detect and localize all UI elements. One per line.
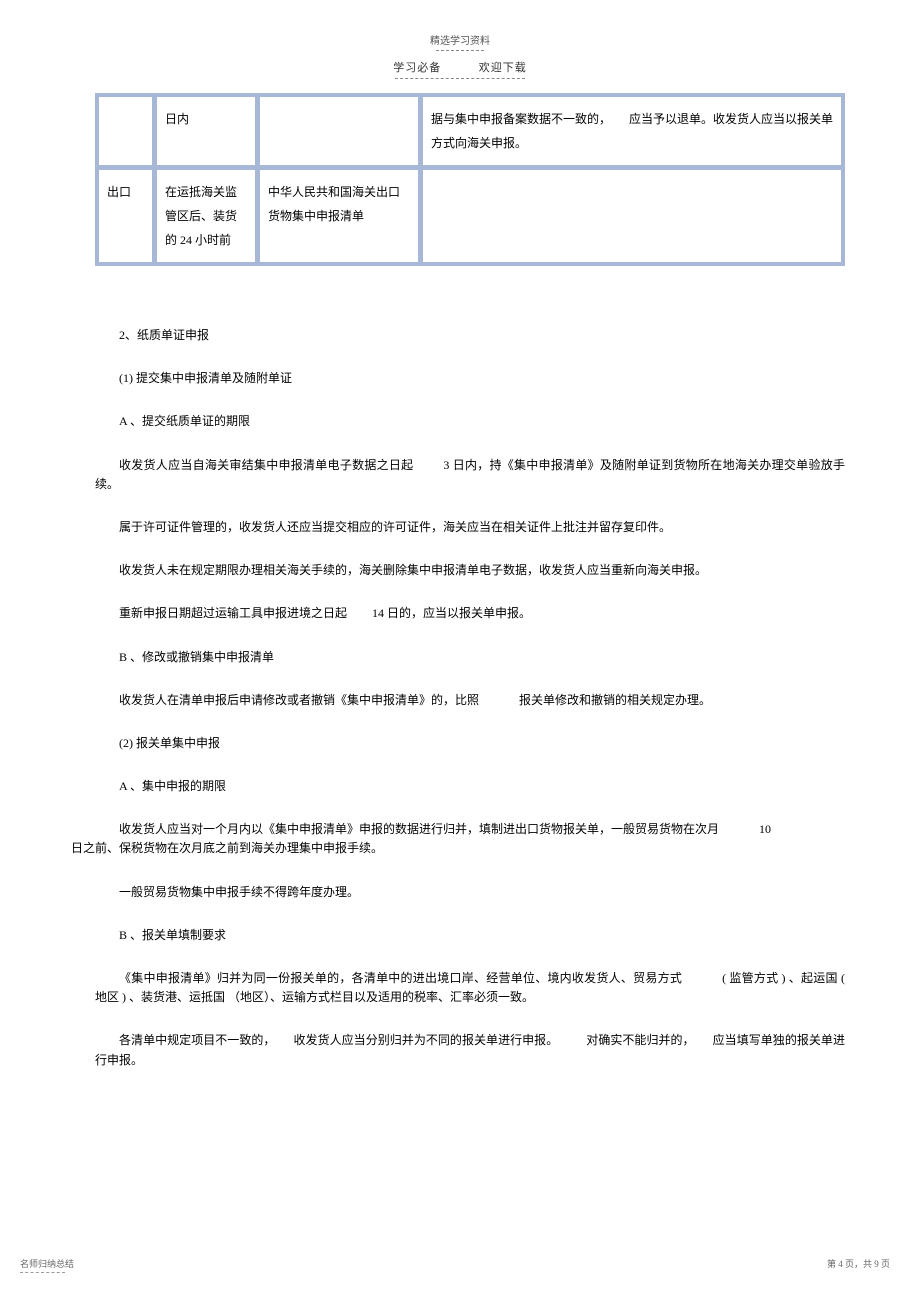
header-dash-small (436, 50, 484, 51)
cell-r2c1: 出口 (98, 169, 153, 263)
declaration-table: 日内 据与集中申报备案数据不一致的， 应当予以退单。收发货人应当以报关单方式向海… (95, 93, 845, 266)
section-heading: 2、纸质单证申报 (95, 326, 845, 345)
paragraph: 收发货人未在规定期限办理相关海关手续的，海关删除集中申报清单电子数据，收发货人应… (95, 561, 845, 580)
cell-r1c2: 日内 (156, 96, 256, 166)
text-part: 重新申报日期超过运输工具申报进境之日起 (119, 606, 347, 620)
header-top-text: 精选学习资料 (0, 32, 920, 50)
cell-r2c2: 在运抵海关监管区后、装货的 24 小时前 (156, 169, 256, 263)
item-heading: B 、修改或撤销集中申报清单 (95, 648, 845, 667)
cell-r1c3 (259, 96, 419, 166)
header-right: 欢迎下载 (479, 59, 527, 75)
paragraph: 收发货人应当对一个月内以《集中申报清单》申报的数据进行归并，填制进出口货物报关单… (95, 820, 845, 858)
text-part: 收发货人应当自海关审结集中申报清单电子数据之日起 (119, 458, 413, 472)
paragraph: 《集中申报清单》归并为同一份报关单的，各清单中的进出境口岸、经营单位、境内收发货… (95, 969, 845, 1007)
item-heading: B 、报关单填制要求 (95, 926, 845, 945)
footer-left-text: 名师归纳总结 (20, 1257, 74, 1270)
text-part: 对确实不能归并的， (586, 1033, 694, 1047)
cell-r1c1 (98, 96, 153, 166)
item-heading: A 、提交纸质单证的期限 (95, 412, 845, 431)
subsection-heading: (2) 报关单集中申报 (95, 734, 845, 753)
footer-left-block: 名师归纳总结 (20, 1257, 74, 1273)
footer-dash (20, 1272, 65, 1273)
paragraph: 属于许可证件管理的，收发货人还应当提交相应的许可证件，海关应当在相关证件上批注并… (95, 518, 845, 537)
cell-r1c4: 据与集中申报备案数据不一致的， 应当予以退单。收发货人应当以报关单方式向海关申报… (422, 96, 842, 166)
text-part: 收发货人在清单申报后申请修改或者撤销《集中申报清单》的，比照 (119, 693, 479, 707)
cell-r2c4 (422, 169, 842, 263)
text-part: 收发货人应当对一个月内以《集中申报清单》申报的数据进行归并，填制进出口货物报关单… (119, 822, 719, 836)
text-part: 日之前、保税货物在次月底之前到海关办理集中申报手续。 (71, 841, 383, 855)
paragraph: 一般贸易货物集中申报手续不得跨年度办理。 (95, 883, 845, 902)
table-row: 日内 据与集中申报备案数据不一致的， 应当予以退单。收发货人应当以报关单方式向海… (98, 96, 842, 166)
text-part: 14 日的，应当以报关单申报。 (372, 606, 531, 620)
paragraph: 收发货人在清单申报后申请修改或者撤销《集中申报清单》的，比照 报关单修改和撤销的相… (95, 691, 845, 710)
page-footer: 名师归纳总结 第 4 页，共 9 页 (20, 1257, 890, 1273)
body-text: 2、纸质单证申报 (1) 提交集中申报清单及随附单证 A 、提交纸质单证的期限 … (95, 266, 845, 1070)
text-part: 报关单修改和撤销的相关规定办理。 (519, 693, 711, 707)
paragraph: 收发货人应当自海关审结集中申报清单电子数据之日起3 日内，持《集中申报清单》及随… (95, 456, 845, 494)
main-content: 日内 据与集中申报备案数据不一致的， 应当予以退单。收发货人应当以报关单方式向海… (0, 79, 920, 1070)
text-part: 各清单中规定项目不一致的， (119, 1033, 275, 1047)
text-part: 收发货人应当分别归并为不同的报关单进行申报。 (293, 1033, 558, 1047)
footer-right-text: 第 4 页，共 9 页 (827, 1257, 890, 1273)
text-part: 10 (759, 822, 771, 836)
header-left: 学习必备 (393, 59, 441, 75)
page-header: 精选学习资料 学习必备 欢迎下载 (0, 0, 920, 79)
subsection-heading: (1) 提交集中申报清单及随附单证 (95, 369, 845, 388)
paragraph: 重新申报日期超过运输工具申报进境之日起 14 日的，应当以报关单申报。 (95, 604, 845, 623)
item-heading: A 、集中申报的期限 (95, 777, 845, 796)
cell-r2c3: 中华人民共和国海关出口货物集中申报清单 (259, 169, 419, 263)
table-row: 出口 在运抵海关监管区后、装货的 24 小时前 中华人民共和国海关出口货物集中申… (98, 169, 842, 263)
paragraph: 各清单中规定项目不一致的， 收发货人应当分别归并为不同的报关单进行申报。 对确实不能… (95, 1031, 845, 1069)
text-part: 《集中申报清单》归并为同一份报关单的，各清单中的进出境口岸、经营单位、境内收发货… (119, 971, 682, 985)
header-subtitle: 学习必备 欢迎下载 (0, 59, 920, 75)
